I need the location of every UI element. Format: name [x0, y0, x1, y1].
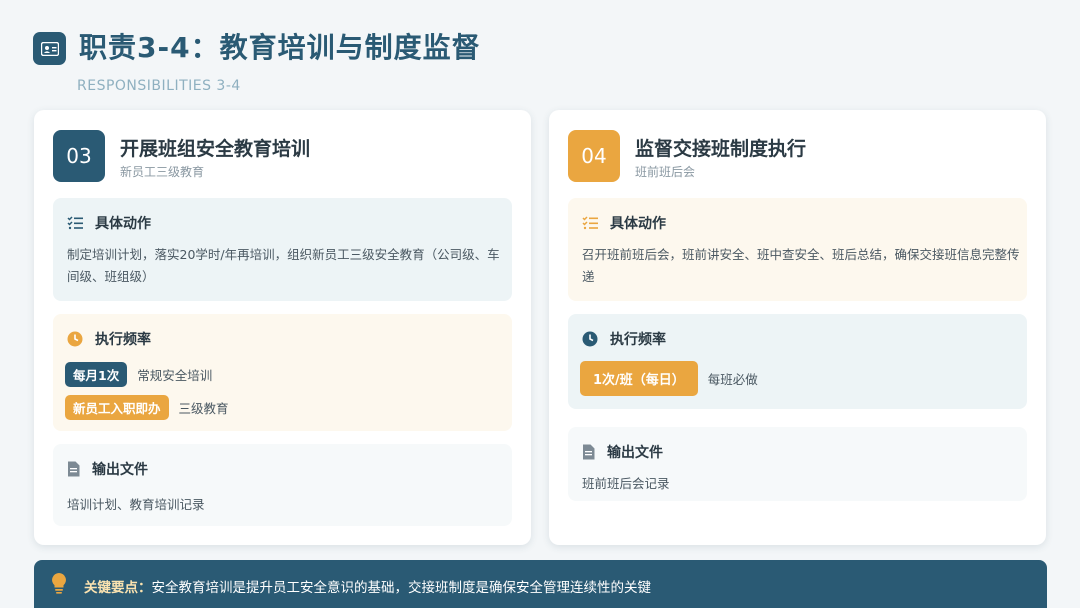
- frequency-section: 执行频率 1次/班（每日） 每班必做: [568, 314, 1027, 409]
- section-heading: 执行频率: [610, 332, 666, 348]
- output-text: 班前班后会记录: [582, 476, 670, 491]
- frequency-note: 常规安全培训: [137, 368, 213, 383]
- card-number-badge: 04: [568, 130, 620, 182]
- lightbulb-icon: [51, 572, 67, 598]
- actions-text: 召开班前班后会，班前讲安全、班中查安全、班后总结，确保交接班信息完整传递: [582, 247, 1020, 284]
- card-subtitle: 新员工三级教育: [120, 165, 205, 179]
- card-title: 监督交接班制度执行: [635, 138, 807, 160]
- page-title: 职责3-4：教育培训与制度监督: [79, 31, 481, 64]
- frequency-tag: 新员工入职即办: [65, 395, 169, 420]
- card-title: 开展班组安全教育培训: [120, 138, 311, 160]
- document-icon: [582, 444, 595, 460]
- key-point-text: 关键要点：安全教育培训是提升员工安全意识的基础，交接班制度是确保安全管理连续性的…: [84, 576, 651, 596]
- frequency-item: 每月1次 常规安全培训: [65, 362, 212, 387]
- card-number-badge: 03: [53, 130, 105, 182]
- id-card-icon: [33, 32, 66, 65]
- frequency-tag: 1次/班（每日）: [580, 361, 698, 396]
- clock-icon: [582, 331, 598, 347]
- section-heading: 执行频率: [95, 332, 151, 348]
- frequency-item: 新员工入职即办 三级教育: [65, 395, 229, 420]
- actions-section: 具体动作 召开班前班后会，班前讲安全、班中查安全、班后总结，确保交接班信息完整传…: [568, 198, 1027, 301]
- card-shift-handover: 04 监督交接班制度执行 班前班后会 具体动作 召开班前班后会，班前讲安全、班中…: [549, 110, 1046, 545]
- page-subtitle: RESPONSIBILITIES 3-4: [77, 78, 241, 94]
- frequency-item: 1次/班（每日） 每班必做: [580, 361, 758, 396]
- output-text: 培训计划、教育培训记录: [67, 497, 205, 512]
- key-point-banner: 关键要点：安全教育培训是提升员工安全意识的基础，交接班制度是确保安全管理连续性的…: [34, 560, 1047, 608]
- output-section: 输出文件 班前班后会记录: [568, 427, 1027, 501]
- clock-icon: [67, 331, 83, 347]
- key-point-label: 关键要点：: [84, 580, 152, 596]
- output-section: 输出文件 培训计划、教育培训记录: [53, 444, 512, 526]
- section-heading: 输出文件: [607, 445, 663, 461]
- frequency-tag: 每月1次: [65, 362, 128, 387]
- card-training: 03 开展班组安全教育培训 新员工三级教育 具体动作 制定培训计划，落实20学时…: [34, 110, 531, 545]
- section-heading: 具体动作: [95, 216, 151, 232]
- frequency-note: 每班必做: [707, 372, 758, 387]
- key-point-body: 安全教育培训是提升员工安全意识的基础，交接班制度是确保安全管理连续性的关键: [151, 580, 652, 596]
- document-icon: [67, 461, 80, 477]
- card-subtitle: 班前班后会: [635, 165, 696, 179]
- frequency-section: 执行频率 每月1次 常规安全培训 新员工入职即办 三级教育: [53, 314, 512, 431]
- frequency-note: 三级教育: [178, 401, 229, 416]
- checklist-icon: [67, 216, 83, 230]
- checklist-icon: [582, 216, 598, 230]
- section-heading: 输出文件: [92, 462, 148, 478]
- actions-text: 制定培训计划，落实20学时/年再培训，组织新员工三级安全教育（公司级、车间级、班…: [67, 247, 500, 284]
- actions-section: 具体动作 制定培训计划，落实20学时/年再培训，组织新员工三级安全教育（公司级、…: [53, 198, 512, 301]
- section-heading: 具体动作: [610, 216, 666, 232]
